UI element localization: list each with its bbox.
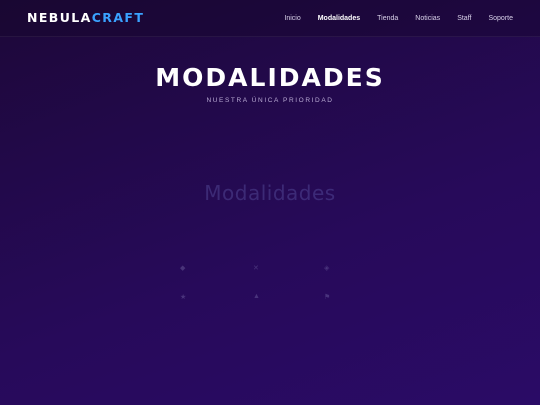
mode-item[interactable]: ✕ <box>253 263 324 273</box>
modes-grid: ◆ ✕ ◈ ★ ▲ ⚑ <box>180 263 360 303</box>
top-navbar: NEBULACRAFT Inicio Modalidades Tienda No… <box>0 0 540 37</box>
page-subtitle: NUESTRA ÚNICA PRIORIDAD <box>206 97 334 104</box>
site-logo[interactable]: NEBULACRAFT <box>27 11 144 25</box>
nav-link-modalidades[interactable]: Modalidades <box>318 13 360 25</box>
flag-icon: ⚑ <box>324 293 331 301</box>
sword-icon: ✕ <box>253 265 259 272</box>
mode-item[interactable]: ★ <box>180 292 253 302</box>
main-menu: Inicio Modalidades Tienda Noticias Staff… <box>267 13 513 25</box>
cube-icon: ◆ <box>180 265 186 272</box>
nav-link-inicio[interactable]: Inicio <box>284 13 300 25</box>
tree-icon: ▲ <box>253 293 260 300</box>
nav-link-soporte[interactable]: Soporte <box>488 13 513 25</box>
nav-link-staff[interactable]: Staff <box>457 13 471 25</box>
page-title: MODALIDADES <box>155 63 385 92</box>
mode-item[interactable]: ◆ <box>180 263 253 273</box>
mode-item[interactable]: ◈ <box>324 263 360 273</box>
mode-item[interactable]: ⚑ <box>324 292 360 302</box>
shield-icon: ◈ <box>324 265 330 272</box>
logo-text-craft: CRAFT <box>91 10 145 25</box>
star-icon: ★ <box>180 293 187 301</box>
logo-text-nebula: NEBULA <box>27 10 92 25</box>
nav-link-noticias[interactable]: Noticias <box>415 13 440 25</box>
modes-section: Modalidades ◆ ✕ ◈ ★ ▲ ⚑ <box>0 155 540 325</box>
nav-link-tienda[interactable]: Tienda <box>377 13 398 25</box>
mode-item[interactable]: ▲ <box>253 292 324 302</box>
section-title: Modalidades <box>204 181 336 205</box>
